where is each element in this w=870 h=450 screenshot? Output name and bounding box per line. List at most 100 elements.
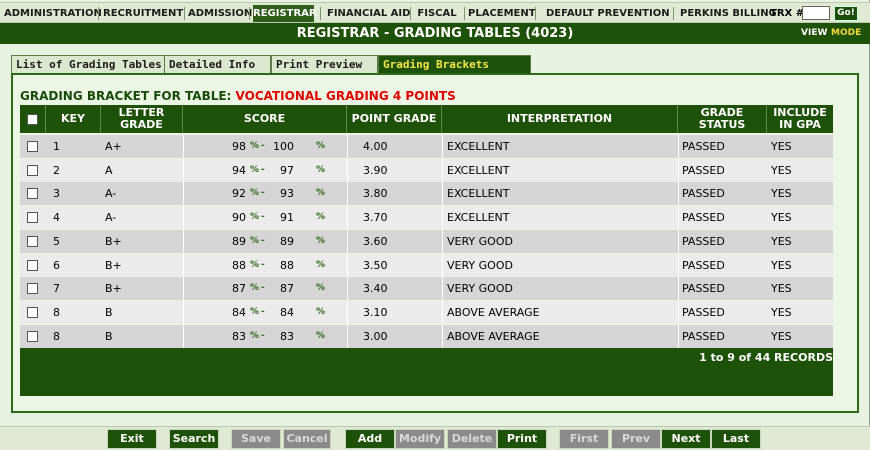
column-header-key[interactable]: KEY <box>46 105 101 133</box>
row-score-separator: - <box>261 283 265 293</box>
table-row[interactable]: 4 A- 90% -91% 3.70 EXCELLENT PASSED YES <box>20 206 833 229</box>
modify-button[interactable]: Modify <box>395 429 445 449</box>
row-score-high-pct: % <box>316 188 326 198</box>
row-key: 1 <box>53 140 60 153</box>
column-header-score[interactable]: SCORE <box>183 105 347 133</box>
add-button[interactable]: Add <box>345 429 395 449</box>
row-score-high-pct: % <box>316 307 326 317</box>
nav-registrar[interactable]: REGISTRAR <box>253 5 317 22</box>
table-row[interactable]: 8 B 83% -83% 3.00 ABOVE AVERAGE PASSED YES <box>20 325 833 348</box>
table-row[interactable]: 2 A 94% -97% 3.90 EXCELLENT PASSED YES <box>20 159 833 182</box>
column-header-letter-grade[interactable]: LETTER GRADE <box>101 105 183 133</box>
last-button[interactable]: Last <box>711 429 761 449</box>
delete-button[interactable]: Delete <box>447 429 497 449</box>
tab-detailed-info[interactable]: Detailed Info <box>164 55 271 74</box>
cell-divider <box>678 277 679 300</box>
grading-table-name: VOCATIONAL GRADING 4 POINTS <box>235 89 456 103</box>
row-point-grade: 3.40 <box>363 282 388 295</box>
table-row[interactable]: 1 A+ 98% -100% 4.00 EXCELLENT PASSED YES <box>20 135 833 158</box>
row-grade-status: PASSED <box>682 259 725 272</box>
table-row[interactable]: 8 B 84% -84% 3.10 ABOVE AVERAGE PASSED YES <box>20 301 833 324</box>
select-all-checkbox[interactable] <box>27 113 38 125</box>
row-letter-grade: A <box>105 164 113 177</box>
row-score-high-pct: % <box>316 141 326 151</box>
row-score-high: 97 <box>280 164 294 177</box>
row-score-separator: - <box>261 212 265 222</box>
cell-divider <box>183 325 184 348</box>
row-score-high-pct: % <box>316 260 326 270</box>
nav-admission[interactable]: ADMISSION <box>188 5 252 22</box>
row-score-low-pct: % <box>250 307 260 317</box>
trx-input[interactable] <box>802 6 830 20</box>
column-header-interpretation[interactable]: INTERPRETATION <box>442 105 678 133</box>
nav-recruitment[interactable]: RECRUITMENT <box>103 5 183 22</box>
row-score-low-pct: % <box>250 165 260 175</box>
cell-divider <box>678 230 679 253</box>
cell-divider <box>347 135 348 158</box>
nav-perkins-billing[interactable]: PERKINS BILLING <box>680 5 777 22</box>
row-checkbox[interactable] <box>27 188 38 199</box>
row-checkbox[interactable] <box>27 331 38 342</box>
row-score-low-pct: % <box>250 331 260 341</box>
row-score-high: 88 <box>280 259 294 272</box>
table-row[interactable]: 7 B+ 87% -87% 3.40 VERY GOOD PASSED YES <box>20 277 833 300</box>
row-point-grade: 3.90 <box>363 164 388 177</box>
exit-button[interactable]: Exit <box>107 429 157 449</box>
tab-grading-brackets[interactable]: Grading Brackets <box>378 55 531 74</box>
column-header-include-in-gpa[interactable]: INCLUDE IN GPA <box>767 105 833 133</box>
print-button[interactable]: Print <box>497 429 547 449</box>
row-grade-status: PASSED <box>682 330 725 343</box>
go-button[interactable]: Go! <box>834 6 858 21</box>
row-include-in-gpa: YES <box>771 259 792 272</box>
table-row[interactable]: 5 B+ 89% -89% 3.60 VERY GOOD PASSED YES <box>20 230 833 253</box>
cancel-button[interactable]: Cancel <box>283 429 331 449</box>
search-button[interactable]: Search <box>169 429 219 449</box>
row-checkbox[interactable] <box>27 212 38 223</box>
cell-divider <box>678 301 679 324</box>
row-checkbox[interactable] <box>27 165 38 176</box>
row-interpretation: EXCELLENT <box>447 164 510 177</box>
row-select-cell <box>27 254 38 277</box>
row-score-low-pct: % <box>250 283 260 293</box>
row-grade-status: PASSED <box>682 211 725 224</box>
nav-placement[interactable]: PLACEMENT <box>468 5 536 22</box>
view-link[interactable]: VIEW <box>801 23 827 44</box>
row-select-cell <box>27 325 38 348</box>
column-header-point-grade[interactable]: POINT GRADE <box>347 105 442 133</box>
tab-print-preview[interactable]: Print Preview <box>271 55 378 74</box>
cell-divider <box>678 135 679 158</box>
row-interpretation: ABOVE AVERAGE <box>447 306 540 319</box>
row-score-low: 92 <box>232 187 246 200</box>
nav-default-prevention[interactable]: DEFAULT PREVENTION <box>546 5 670 22</box>
first-button[interactable]: First <box>559 429 609 449</box>
row-checkbox[interactable] <box>27 283 38 294</box>
row-checkbox[interactable] <box>27 307 38 318</box>
row-grade-status: PASSED <box>682 140 725 153</box>
mode-link[interactable]: MODE <box>831 23 861 44</box>
row-select-cell <box>27 182 38 205</box>
tab-list-of-grading-tables[interactable]: List of Grading Tables <box>11 55 165 74</box>
column-header-grade-status[interactable]: GRADE STATUS <box>678 105 767 133</box>
cell-divider <box>442 206 443 229</box>
row-score-high: 100 <box>273 140 294 153</box>
prev-button[interactable]: Prev <box>611 429 661 449</box>
row-select-cell <box>27 159 38 182</box>
table-row[interactable]: 3 A- 92% -93% 3.80 EXCELLENT PASSED YES <box>20 182 833 205</box>
cell-divider <box>678 182 679 205</box>
bracket-heading: GRADING BRACKET FOR TABLE: VOCATIONAL GR… <box>20 89 456 103</box>
nav-fiscal[interactable]: FISCAL <box>416 5 458 22</box>
row-letter-grade: B <box>105 306 113 319</box>
nav-financial-aid[interactable]: FINANCIAL AID <box>327 5 410 22</box>
cell-divider <box>442 254 443 277</box>
cell-divider <box>347 277 348 300</box>
row-checkbox[interactable] <box>27 236 38 247</box>
next-button[interactable]: Next <box>661 429 711 449</box>
nav-separator <box>535 7 536 20</box>
cell-divider <box>442 325 443 348</box>
table-row[interactable]: 6 B+ 88% -88% 3.50 VERY GOOD PASSED YES <box>20 254 833 277</box>
row-checkbox[interactable] <box>27 141 38 152</box>
save-button[interactable]: Save <box>231 429 281 449</box>
row-select-cell <box>27 206 38 229</box>
row-checkbox[interactable] <box>27 260 38 271</box>
nav-administration[interactable]: ADMINISTRATION <box>4 5 102 22</box>
